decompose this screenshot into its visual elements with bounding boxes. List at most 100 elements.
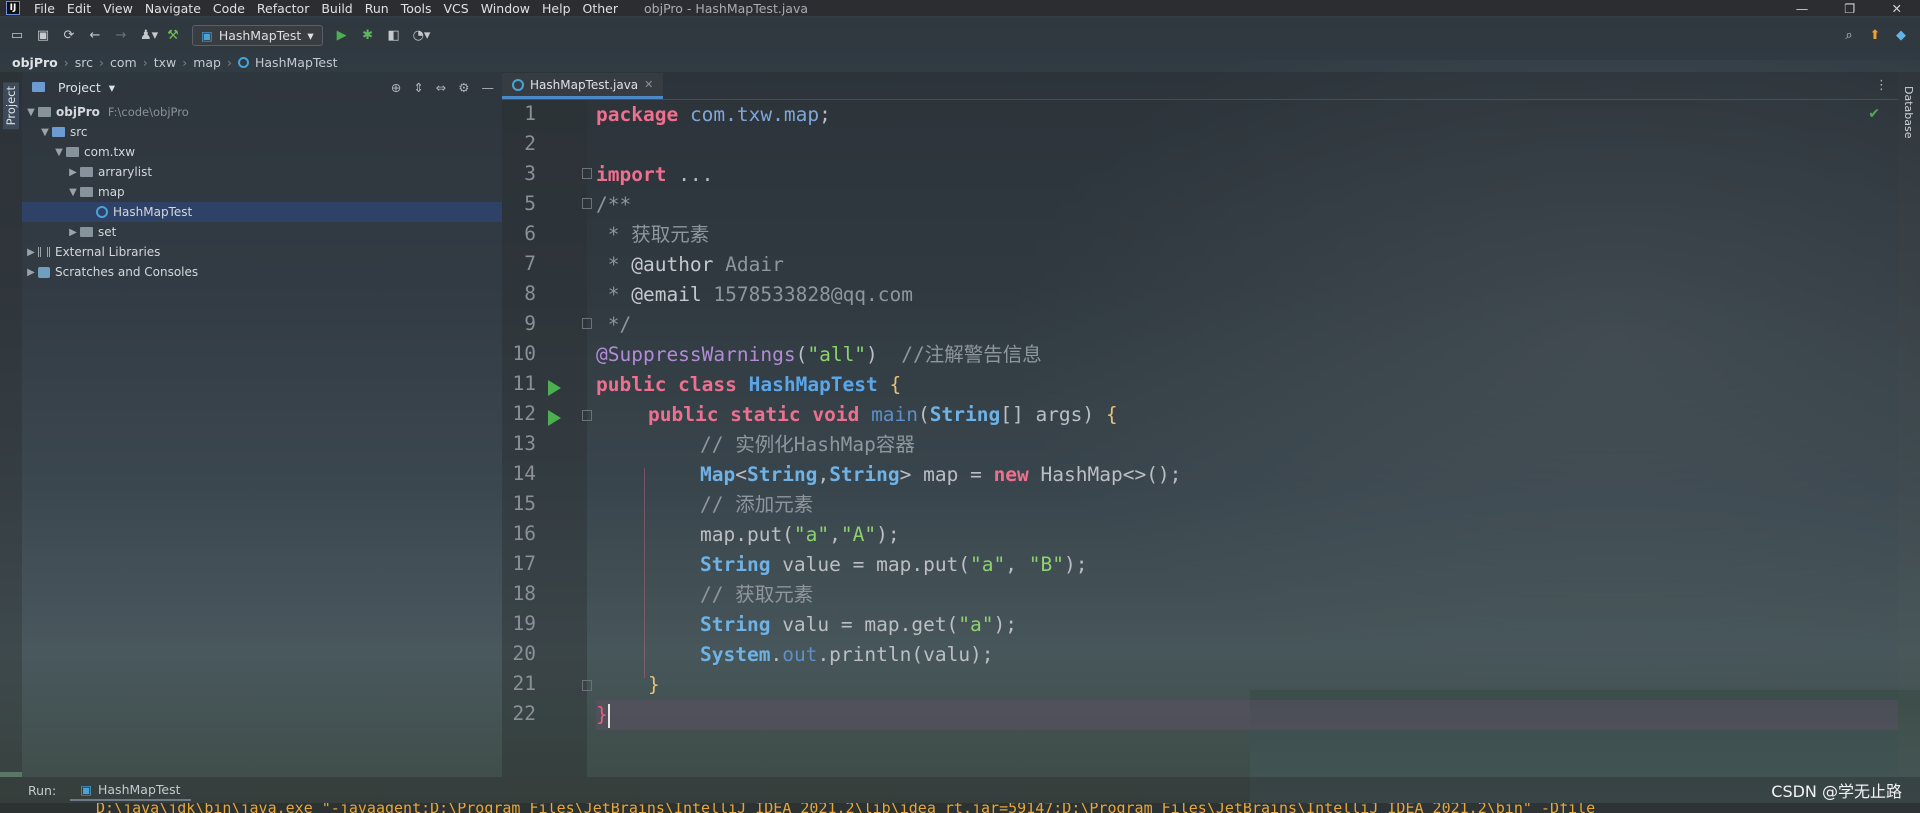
code-token: map.put( xyxy=(700,523,794,546)
breadcrumb-item[interactable]: HashMapTest xyxy=(255,55,338,70)
chevron-down-icon[interactable]: ▼ xyxy=(38,127,52,138)
coverage-icon[interactable]: ◧ xyxy=(387,28,401,43)
run-gutter-icon[interactable] xyxy=(548,380,561,396)
chevron-down-icon[interactable]: ▾ xyxy=(109,80,115,95)
menu-window[interactable]: Window xyxy=(475,1,536,16)
line-number: 8 xyxy=(524,282,536,305)
menu-tools[interactable]: Tools xyxy=(395,1,438,16)
fold-icon[interactable] xyxy=(582,318,592,329)
fold-icon[interactable] xyxy=(582,410,592,421)
run-tab-hashmaptest[interactable]: ▣ HashMapTest xyxy=(70,780,191,801)
run-configuration-select[interactable]: ▣ HashMapTest ▾ xyxy=(192,24,323,46)
save-icon[interactable]: ▣ xyxy=(36,28,50,43)
profile-icon[interactable]: ◔▾ xyxy=(413,28,431,43)
breadcrumb-item[interactable]: txw xyxy=(154,55,177,70)
chevron-down-icon[interactable]: ▼ xyxy=(24,107,38,118)
comment: */ xyxy=(596,313,632,336)
breadcrumb-item[interactable]: src xyxy=(75,55,93,70)
forward-icon[interactable]: → xyxy=(114,28,128,43)
menu-edit[interactable]: Edit xyxy=(61,1,97,16)
locate-icon[interactable]: ⊕ xyxy=(391,80,401,95)
chevron-down-icon[interactable]: ▼ xyxy=(66,187,80,198)
comment: * 获取元素 xyxy=(596,223,710,246)
tree-item-objpro[interactable]: ▼ objPro F:\code\objPro xyxy=(22,102,502,122)
breadcrumb-item[interactable]: objPro xyxy=(12,55,58,70)
collapsed-imports[interactable]: ... xyxy=(666,163,713,186)
minimize-button[interactable]: — xyxy=(1796,1,1809,16)
line-number: 6 xyxy=(524,222,536,245)
fold-icon[interactable] xyxy=(582,198,592,209)
run-configuration-label: HashMapTest xyxy=(218,27,302,43)
tab-hashmaptest-java[interactable]: HashMapTest.java ✕ xyxy=(502,73,664,99)
code-token: [] args) xyxy=(1000,403,1106,426)
close-button[interactable]: ✕ xyxy=(1892,1,1902,16)
chevron-down-icon[interactable]: ▼ xyxy=(52,147,66,158)
current-code-line: } xyxy=(596,700,1898,730)
open-folder-icon[interactable]: ▭ xyxy=(10,28,24,43)
chevron-down-icon: ▾ xyxy=(307,27,314,43)
run-gutter-icon[interactable] xyxy=(548,410,561,426)
menu-help[interactable]: Help xyxy=(536,1,577,16)
more-options-icon[interactable]: ⋮ xyxy=(1875,78,1898,99)
code-line: * 获取元素 xyxy=(596,220,710,250)
back-icon[interactable]: ← xyxy=(88,28,102,43)
collapse-all-icon[interactable]: ⇔ xyxy=(436,80,446,95)
hide-icon[interactable]: — xyxy=(482,80,495,95)
search-icon[interactable]: ⌕ xyxy=(1842,28,1856,43)
plugin-icon[interactable]: ◆ xyxy=(1894,28,1908,43)
code-line: */ xyxy=(596,310,632,340)
breadcrumb-item[interactable]: map xyxy=(193,55,221,70)
user-dropdown-icon[interactable]: ♟▾ xyxy=(140,28,158,43)
editor-tabs: HashMapTest.java ✕ ⋮ xyxy=(502,72,1898,100)
tree-item-hashmaptest[interactable]: HashMapTest xyxy=(22,202,502,222)
chevron-right-icon[interactable]: ▶ xyxy=(66,227,80,238)
menu-code[interactable]: Code xyxy=(207,1,251,16)
menu-refactor[interactable]: Refactor xyxy=(251,1,315,16)
database-tool-tab[interactable]: Database xyxy=(1902,86,1915,139)
expand-all-icon[interactable]: ⇕ xyxy=(413,80,423,95)
debug-icon[interactable]: ✱ xyxy=(361,28,375,43)
project-view-title[interactable]: Project xyxy=(58,80,101,95)
code-line: * @email 1578533828@qq.com xyxy=(596,280,913,310)
tree-item-map[interactable]: ▼ map xyxy=(22,182,502,202)
chevron-right-icon[interactable]: ▶ xyxy=(24,247,38,258)
menu-other[interactable]: Other xyxy=(577,1,625,16)
project-tool-tab[interactable]: Project xyxy=(3,82,19,130)
keyword: import xyxy=(596,163,667,186)
menu-file[interactable]: File xyxy=(28,1,61,16)
javadoc-tag: @email xyxy=(631,283,702,306)
gear-icon[interactable]: ⚙ xyxy=(458,80,469,95)
tree-item-com-txw[interactable]: ▼ com.txw xyxy=(22,142,502,162)
menu-navigate[interactable]: Navigate xyxy=(139,1,207,16)
chevron-right-icon[interactable]: ▶ xyxy=(24,267,38,278)
code-area[interactable]: package com.txw.map; import ... /** * 获取… xyxy=(596,100,1898,777)
fold-icon[interactable] xyxy=(582,168,592,179)
update-icon[interactable]: ⬆ xyxy=(1868,28,1882,43)
chevron-right-icon[interactable]: ▶ xyxy=(66,167,80,178)
menu-run[interactable]: Run xyxy=(359,1,395,16)
tree-item-scratches[interactable]: ▶ Scratches and Consoles xyxy=(22,262,502,282)
tree-item-arrarylist[interactable]: ▶ arrarylist xyxy=(22,162,502,182)
tree-item-src[interactable]: ▼ src xyxy=(22,122,502,142)
menu-vcs[interactable]: VCS xyxy=(438,1,475,16)
breadcrumb-item[interactable]: com xyxy=(110,55,137,70)
fold-icon[interactable] xyxy=(582,680,592,691)
run-icon[interactable]: ▶ xyxy=(335,28,349,43)
run-config-icon: ▣ xyxy=(80,781,92,797)
menu-build[interactable]: Build xyxy=(315,1,358,16)
sync-icon[interactable]: ⟳ xyxy=(62,28,76,43)
string-literal: "a" xyxy=(970,553,1006,576)
line-number: 21 xyxy=(512,672,536,695)
build-hammer-icon[interactable]: ⚒ xyxy=(166,28,180,43)
maximize-button[interactable]: ❐ xyxy=(1844,1,1855,16)
code-token: .println(valu); xyxy=(817,643,994,666)
tree-item-external-libraries[interactable]: ▶ External Libraries xyxy=(22,242,502,262)
type-name: String xyxy=(829,463,900,486)
close-tab-icon[interactable]: ✕ xyxy=(644,78,653,91)
java-class-icon xyxy=(512,78,524,91)
keyword: public static void xyxy=(648,403,872,426)
package-icon xyxy=(80,227,93,237)
inspection-ok-icon[interactable]: ✔ xyxy=(1868,106,1880,122)
menu-view[interactable]: View xyxy=(97,1,139,16)
tree-item-set[interactable]: ▶ set xyxy=(22,222,502,242)
